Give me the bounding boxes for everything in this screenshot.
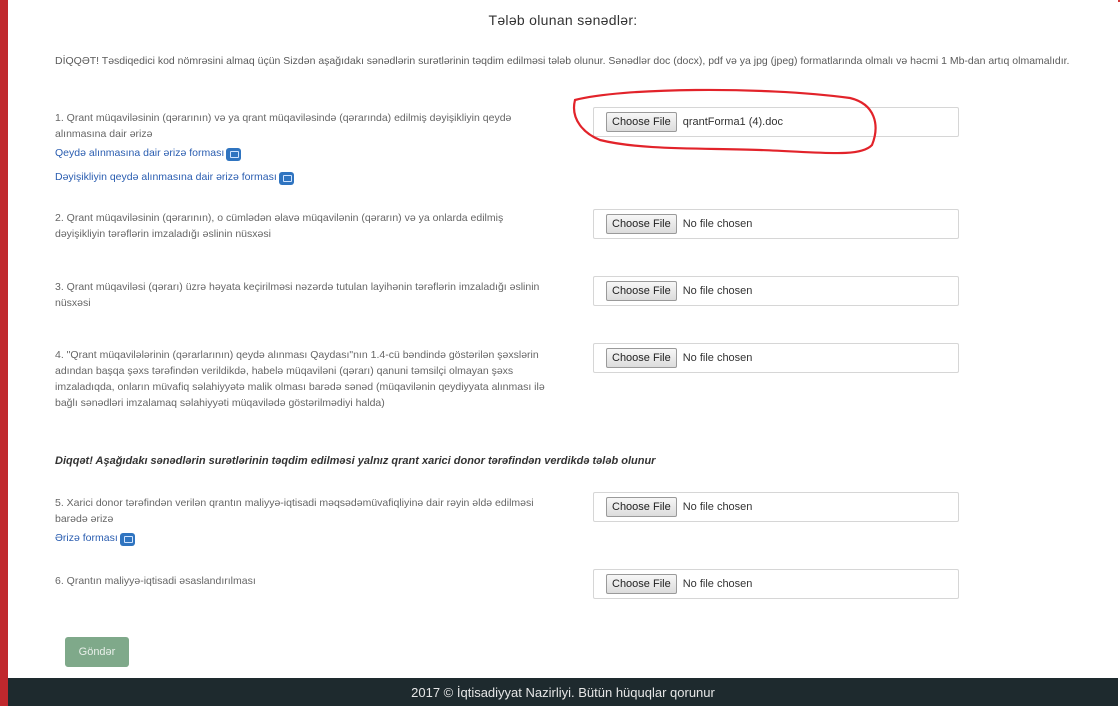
file-input-3[interactable]: Choose File No file chosen: [593, 276, 959, 306]
choose-file-button[interactable]: Choose File: [606, 214, 677, 234]
document-icon[interactable]: [119, 532, 135, 546]
choose-file-button[interactable]: Choose File: [606, 497, 677, 517]
item-2-text: 2. Qrant müqaviləsinin (qərarının), o cü…: [55, 212, 504, 240]
item-3: 3. Qrant müqaviləsi (qərarı) üzrə həyata…: [55, 279, 555, 311]
link-change-registration-form-label[interactable]: Dəyişikliyin qeydə alınmasına dair ərizə…: [55, 168, 277, 186]
document-icon[interactable]: [226, 147, 242, 161]
link-registration-form-label[interactable]: Qeydə alınmasına dair ərizə forması: [55, 144, 224, 162]
item-1-text: 1. Qrant müqaviləsinin (qərarının) və ya…: [55, 112, 512, 140]
file-name-5: No file chosen: [682, 501, 753, 513]
footer-copyright: 2017 © İqtisadiyyat Nazirliyi. Bütün hüq…: [411, 684, 715, 700]
item-4: 4. "Qrant müqavilələrinin (qərarlarının)…: [55, 347, 555, 411]
file-name-2: No file chosen: [682, 218, 753, 230]
window-frame-left: [0, 0, 8, 706]
document-icon[interactable]: [278, 171, 294, 185]
item-6: 6. Qrantın maliyyə-iqtisadi əsaslandırıl…: [55, 573, 555, 589]
item-2: 2. Qrant müqaviləsinin (qərarının), o cü…: [55, 210, 555, 242]
link-application-form-label[interactable]: Ərizə forması: [55, 529, 118, 547]
item-5: 5. Xarici donor tərəfindən verilən qrant…: [55, 495, 555, 547]
file-name-6: No file chosen: [682, 578, 753, 590]
file-input-1[interactable]: Choose File qrantForma1 (4).doc: [593, 107, 959, 137]
item-3-text: 3. Qrant müqaviləsi (qərarı) üzrə həyata…: [55, 281, 540, 309]
file-input-5[interactable]: Choose File No file chosen: [593, 492, 959, 522]
link-registration-form[interactable]: Qeydə alınmasına dair ərizə forması: [55, 144, 555, 162]
file-input-4[interactable]: Choose File No file chosen: [593, 343, 959, 373]
file-name-4: No file chosen: [682, 352, 753, 364]
choose-file-button[interactable]: Choose File: [606, 281, 677, 301]
choose-file-button[interactable]: Choose File: [606, 348, 677, 368]
item-6-text: 6. Qrantın maliyyə-iqtisadi əsaslandırıl…: [55, 575, 256, 587]
item-1: 1. Qrant müqaviləsinin (qərarının) və ya…: [55, 110, 555, 186]
choose-file-button[interactable]: Choose File: [606, 574, 677, 594]
page-title: Tələb olunan sənədlər:: [488, 12, 638, 28]
file-name-3: No file chosen: [682, 285, 753, 297]
foreign-donor-warning: Diqqət! Aşağıdakı sənədlərin surətlərini…: [55, 455, 656, 467]
link-change-registration-form[interactable]: Dəyişikliyin qeydə alınmasına dair ərizə…: [55, 168, 555, 186]
file-name-1: qrantForma1 (4).doc: [682, 116, 783, 128]
footer: 2017 © İqtisadiyyat Nazirliyi. Bütün hüq…: [8, 678, 1118, 706]
item-5-text: 5. Xarici donor tərəfindən verilən qrant…: [55, 497, 534, 525]
file-input-6[interactable]: Choose File No file chosen: [593, 569, 959, 599]
page-content: Tələb olunan sənədlər: DİQQƏT! Təsdiqedi…: [8, 0, 1118, 678]
notice-text: DİQQƏT! Təsdiqedici kod nömrəsini almaq …: [55, 55, 1070, 67]
file-input-2[interactable]: Choose File No file chosen: [593, 209, 959, 239]
submit-button[interactable]: Göndər: [65, 637, 129, 667]
item-4-text: 4. "Qrant müqavilələrinin (qərarlarının)…: [55, 349, 545, 409]
link-application-form[interactable]: Ərizə forması: [55, 529, 555, 547]
choose-file-button[interactable]: Choose File: [606, 112, 677, 132]
